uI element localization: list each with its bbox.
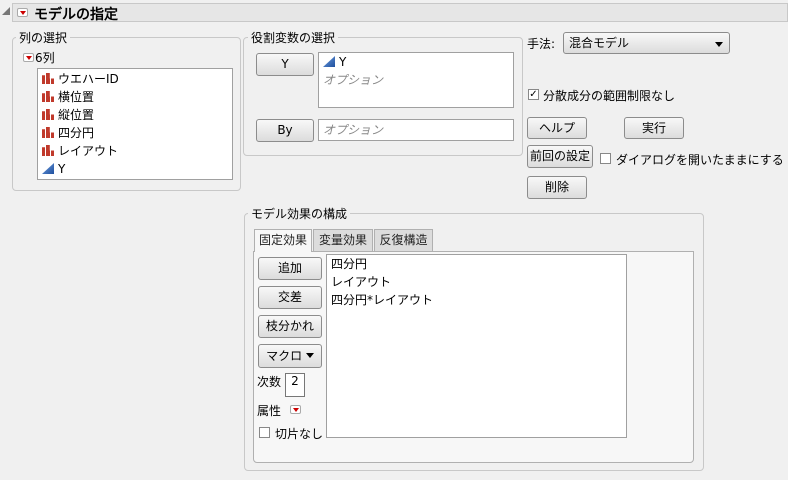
effect-item[interactable]: 四分円*レイアウト: [331, 291, 433, 309]
page-title: モデルの指定: [34, 7, 118, 23]
continuous-icon: [42, 163, 54, 174]
title-bar: [12, 3, 788, 22]
unbounded-variance-checkbox[interactable]: ✓: [528, 89, 539, 100]
run-button[interactable]: 実行: [624, 117, 684, 139]
method-label: 手法:: [527, 37, 556, 51]
tab-fixed-effects[interactable]: 固定効果: [254, 229, 312, 252]
no-intercept-label: 切片なし: [275, 427, 324, 441]
degree-label: 次数: [257, 375, 282, 389]
y-role-value: Y: [339, 55, 347, 69]
method-dropdown[interactable]: 混合モデル: [563, 32, 730, 54]
macros-button[interactable]: マクロ: [258, 344, 322, 368]
cross-button[interactable]: 交差: [258, 286, 322, 309]
continuous-icon: [323, 56, 335, 67]
tab-random-effects[interactable]: 変量効果: [313, 229, 373, 251]
degree-input[interactable]: 2: [285, 373, 305, 397]
column-item[interactable]: 四分円: [42, 124, 94, 142]
column-list[interactable]: ウエハーID 横位置 縦位置 四分円 レイアウト Y: [37, 68, 233, 180]
column-item[interactable]: 縦位置: [42, 106, 94, 124]
method-value: 混合モデル: [569, 36, 630, 50]
column-name: 横位置: [58, 90, 95, 104]
attributes-menu-icon[interactable]: [290, 405, 301, 414]
column-name: Y: [58, 162, 66, 176]
effect-item[interactable]: レイアウト: [331, 273, 391, 291]
y-role-button[interactable]: Y: [256, 53, 314, 76]
column-name: レイアウト: [58, 144, 119, 158]
y-role-placeholder: オプション: [323, 73, 384, 87]
nominal-icon: [42, 127, 54, 138]
model-effects-label: モデル効果の構成: [248, 205, 351, 222]
help-button[interactable]: ヘルプ: [527, 117, 587, 139]
macros-label: マクロ: [266, 349, 303, 363]
red-triangle-menu-icon[interactable]: [17, 8, 28, 17]
column-item[interactable]: レイアウト: [42, 142, 118, 160]
nominal-icon: [42, 91, 54, 102]
no-intercept-checkbox[interactable]: [259, 427, 270, 438]
column-item[interactable]: Y: [42, 160, 65, 178]
column-name: ウエハーID: [58, 72, 119, 86]
by-role-button[interactable]: By: [256, 119, 314, 142]
column-item[interactable]: 横位置: [42, 88, 94, 106]
nominal-icon: [42, 109, 54, 120]
chevron-down-icon: [715, 42, 723, 47]
chevron-down-icon: [305, 353, 314, 358]
add-button[interactable]: 追加: [258, 257, 322, 280]
keep-dialog-open-label: ダイアログを開いたままにする: [616, 153, 784, 167]
remove-button[interactable]: 削除: [527, 176, 587, 199]
effects-list[interactable]: 四分円 レイアウト 四分円*レイアウト: [326, 254, 627, 438]
effect-item[interactable]: 四分円: [331, 255, 367, 273]
by-role-field[interactable]: オプション: [318, 119, 514, 141]
keep-dialog-open-checkbox[interactable]: [600, 153, 611, 164]
attributes-label: 属性: [257, 404, 282, 418]
column-count: 6列: [35, 51, 55, 65]
column-name: 四分円: [58, 126, 95, 140]
disclosure-icon[interactable]: [2, 7, 10, 15]
columns-menu-icon[interactable]: [23, 53, 34, 62]
y-role-list[interactable]: Y オプション: [318, 52, 514, 108]
role-selection-label: 役割変数の選択: [248, 29, 339, 46]
tab-repeated-structure[interactable]: 反復構造: [374, 229, 433, 251]
recall-button[interactable]: 前回の設定: [527, 145, 593, 168]
y-role-item[interactable]: Y: [323, 53, 346, 71]
column-selection-label: 列の選択: [16, 29, 71, 46]
nest-button[interactable]: 枝分かれ: [258, 315, 322, 338]
column-name: 縦位置: [58, 108, 95, 122]
nominal-icon: [42, 73, 54, 84]
column-item[interactable]: ウエハーID: [42, 70, 119, 88]
unbounded-variance-label: 分散成分の範囲制限なし: [543, 89, 676, 103]
nominal-icon: [42, 145, 54, 156]
